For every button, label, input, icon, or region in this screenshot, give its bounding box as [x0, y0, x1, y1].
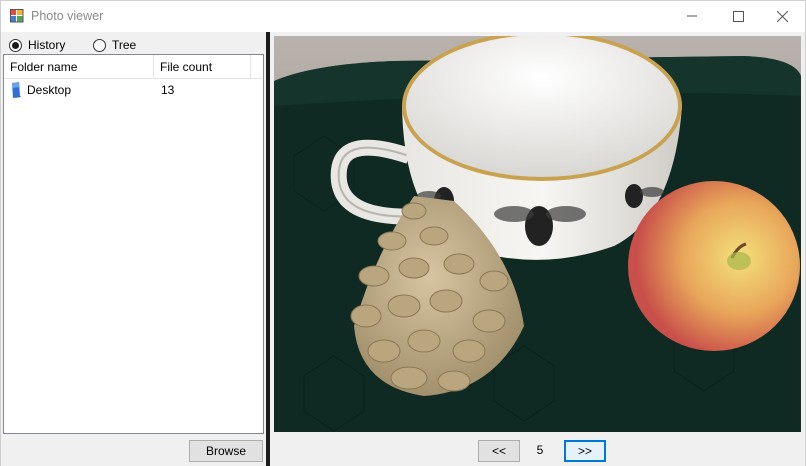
list-item[interactable]: Desktop 13 [4, 81, 263, 99]
folder-icon [12, 82, 21, 98]
radio-indicator-unchecked[interactable] [93, 38, 106, 52]
right-panel: << 5 >> [270, 32, 805, 466]
photo-display[interactable] [274, 36, 801, 432]
page-number: 5 [536, 443, 544, 457]
minimize-button[interactable] [669, 1, 715, 31]
tree-radio[interactable]: Tree [93, 36, 136, 54]
close-icon [776, 10, 788, 22]
maximize-icon [732, 10, 744, 22]
next-button[interactable]: >> [564, 440, 606, 462]
folder-name-cell: Desktop [27, 83, 72, 97]
left-panel: History Tree Folder name File count Desk… [1, 32, 266, 466]
folder-list-header: Folder name File count [4, 55, 263, 79]
photo-viewer-window: Photo viewer History Tree Folder name Fi… [0, 0, 806, 466]
left-bottom-bar: Browse [1, 434, 266, 466]
close-button[interactable] [759, 1, 805, 31]
app-grid-icon [10, 9, 24, 23]
title-bar[interactable]: Photo viewer [1, 1, 805, 32]
photo-image [274, 36, 801, 432]
file-count-cell: 13 [161, 83, 175, 97]
tree-radio-label: Tree [112, 38, 137, 52]
radio-indicator-checked[interactable] [9, 38, 22, 52]
history-radio-label: History [28, 38, 66, 52]
history-radio[interactable]: History [9, 36, 65, 54]
window-title: Photo viewer [31, 9, 104, 23]
column-header-folder-name[interactable]: Folder name [4, 55, 154, 79]
folder-list[interactable]: Folder name File count Desktop 13 [3, 54, 264, 434]
maximize-button[interactable] [715, 1, 761, 31]
column-header-file-count[interactable]: File count [154, 55, 251, 79]
minimize-icon [687, 15, 697, 17]
previous-button[interactable]: << [478, 440, 520, 462]
browse-button[interactable]: Browse [189, 440, 263, 462]
